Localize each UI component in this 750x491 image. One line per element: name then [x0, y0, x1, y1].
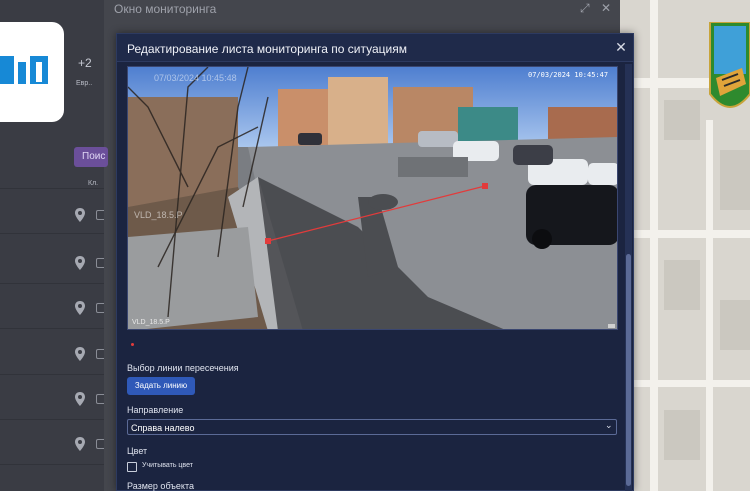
camera-frame[interactable]: 07/03/2024 10:45:48 07/03/2024 10:45:47 …	[127, 66, 618, 330]
list-item[interactable]	[0, 421, 108, 465]
small-text: Евр..	[76, 80, 93, 87]
camera-scene	[128, 67, 617, 329]
list-item[interactable]	[0, 285, 108, 329]
map-block	[720, 150, 750, 210]
map-road	[620, 380, 750, 387]
list-item[interactable]	[0, 240, 108, 284]
location-pin-icon[interactable]	[74, 437, 86, 451]
map-road	[620, 230, 750, 238]
location-pin-icon[interactable]	[74, 301, 86, 315]
camera-overlay-timestamp: 07/03/2024 10:45:48	[154, 73, 237, 83]
dialog-scrollbar[interactable]	[625, 64, 632, 491]
close-icon[interactable]: ✕	[614, 39, 628, 55]
location-pin-icon[interactable]	[74, 347, 86, 361]
list-item[interactable]	[0, 376, 108, 420]
map-road	[706, 120, 713, 491]
consider-color-checkbox[interactable]	[127, 462, 137, 472]
edit-monitoring-dialog: Редактирование листа мониторинга по ситу…	[116, 33, 634, 491]
app-logo	[0, 22, 64, 122]
consider-color-label: Учитывать цвет	[142, 462, 193, 469]
direction-label: Направление	[127, 405, 184, 415]
window-title: Окно мониторинга	[114, 2, 217, 16]
camera-timestamp: 07/03/2024 10:45:47	[528, 71, 609, 79]
direction-value: Справа налево	[131, 423, 195, 433]
logo-mark	[18, 62, 26, 84]
scrollbar-thumb[interactable]	[626, 254, 631, 486]
list-item[interactable]	[0, 331, 108, 375]
location-pin-icon[interactable]	[74, 392, 86, 406]
set-line-button[interactable]: Задать линию	[127, 377, 195, 395]
list-item[interactable]	[0, 190, 108, 234]
camera-name: VLD_18.5.P	[132, 319, 170, 326]
chevron-down-icon: ⌄	[605, 420, 613, 430]
map-block	[664, 100, 700, 140]
location-pin-icon[interactable]	[74, 256, 86, 270]
line-section-label: Выбор линии пересечения	[127, 363, 239, 373]
color-label: Цвет	[127, 446, 148, 456]
direction-select[interactable]: Справа налево ⌄	[127, 419, 617, 435]
map-block	[664, 260, 700, 310]
search-tag[interactable]: Поис	[74, 147, 108, 167]
close-icon[interactable]: ✕	[601, 1, 611, 15]
dialog-header: Редактирование листа мониторинга по ситу…	[117, 34, 633, 62]
region-emblem-icon	[709, 22, 750, 108]
location-pin-icon[interactable]	[74, 208, 86, 222]
dialog-title: Редактирование листа мониторинга по ситу…	[127, 42, 407, 56]
map-block	[720, 300, 750, 350]
error-indicator	[131, 343, 134, 346]
map-road	[650, 0, 658, 491]
camera-overlay-name: VLD_18.5.P	[134, 210, 183, 220]
logo-mark	[30, 56, 48, 84]
object-size-label: Размер объекта	[127, 481, 194, 491]
map-block	[664, 410, 700, 460]
small-text: Кл.	[88, 180, 99, 187]
logo-mark	[0, 56, 14, 84]
count-badge: +2	[78, 56, 92, 70]
expand-icon[interactable]: ⤢	[580, 1, 590, 16]
